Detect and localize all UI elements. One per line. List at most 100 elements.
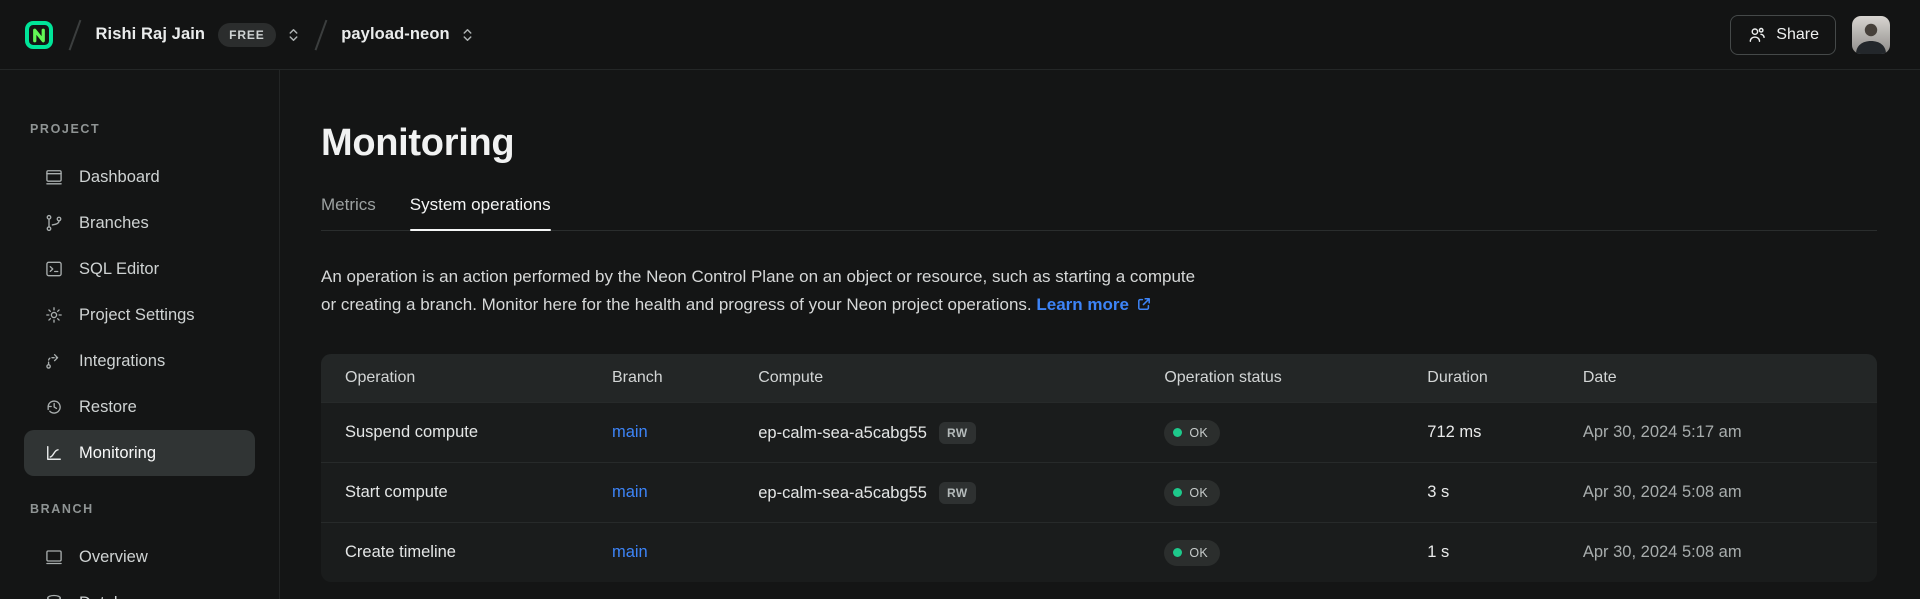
status-label: OK (1189, 426, 1208, 440)
cell-operation: Start compute (321, 483, 612, 502)
gear-icon (44, 305, 64, 325)
breadcrumb-project-selector[interactable]: payload-neon (341, 25, 473, 45)
breadcrumb-org-selector[interactable]: Rishi Raj Jain FREE (96, 23, 300, 47)
rw-badge: RW (939, 422, 976, 444)
operations-description: An operation is an action performed by t… (321, 263, 1877, 318)
status-badge: OK (1164, 540, 1220, 566)
status-ok-dot-icon (1173, 488, 1182, 497)
tab-system-operations[interactable]: System operations (410, 195, 551, 230)
cell-status: OK (1164, 480, 1427, 506)
compute-endpoint: ep-calm-sea-a5cabg55 (758, 484, 927, 502)
section-label: PROJECT (30, 122, 279, 136)
cell-date: Apr 30, 2024 5:08 am (1583, 483, 1877, 502)
column-header-operation: Operation (321, 369, 612, 387)
sidebar-item-restore[interactable]: Restore (24, 384, 255, 430)
cell-duration: 1 s (1427, 543, 1583, 562)
share-button[interactable]: Share (1730, 15, 1836, 55)
cell-status: OK (1164, 420, 1427, 446)
sidebar: PROJECT Dashboard (0, 70, 280, 599)
top-header: Rishi Raj Jain FREE payload-neon (0, 0, 1920, 70)
sidebar-item-integrations[interactable]: Integrations (24, 338, 255, 384)
neon-logo-icon[interactable] (24, 20, 54, 50)
sidebar-item-project-settings[interactable]: Project Settings (24, 292, 255, 338)
main-content: Monitoring Metrics System operations An … (280, 70, 1920, 599)
branch-link[interactable]: main (612, 423, 648, 441)
sidebar-item-label: Databases (79, 594, 158, 599)
cell-duration: 712 ms (1427, 423, 1583, 442)
rw-badge: RW (939, 482, 976, 504)
chevron-updown-icon (287, 25, 300, 45)
status-label: OK (1189, 486, 1208, 500)
breadcrumb-separator (69, 19, 81, 50)
sidebar-item-label: Restore (79, 398, 137, 417)
cell-status: OK (1164, 540, 1427, 566)
sidebar-item-label: Dashboard (79, 168, 160, 187)
chevron-updown-icon (461, 25, 474, 45)
table-row: Create timeline main OK 1 s Apr 30, 2024… (321, 522, 1877, 582)
status-label: OK (1189, 546, 1208, 560)
learn-more-link[interactable]: Learn more (1036, 291, 1152, 319)
dashboard-icon (44, 167, 64, 187)
header-actions: Share (1730, 15, 1890, 55)
cell-date: Apr 30, 2024 5:17 am (1583, 423, 1877, 442)
databases-icon (44, 593, 64, 599)
sidebar-item-overview[interactable]: Overview (24, 534, 255, 580)
sidebar-item-databases[interactable]: Databases (24, 580, 255, 599)
sidebar-item-dashboard[interactable]: Dashboard (24, 154, 255, 200)
status-ok-dot-icon (1173, 428, 1182, 437)
sidebar-section-project: PROJECT Dashboard (0, 122, 279, 476)
sidebar-item-label: Overview (79, 548, 148, 567)
breadcrumb-separator (314, 19, 326, 50)
column-header-duration: Duration (1427, 369, 1583, 387)
table-row: Start compute main ep-calm-sea-a5cabg55 R… (321, 462, 1877, 522)
sidebar-item-label: SQL Editor (79, 260, 159, 279)
page-title: Monitoring (321, 122, 1877, 165)
app-root: Rishi Raj Jain FREE payload-neon (0, 0, 1920, 599)
sidebar-item-label: Branches (79, 214, 149, 233)
column-header-compute: Compute (758, 369, 1164, 387)
breadcrumb: Rishi Raj Jain FREE payload-neon (24, 19, 474, 51)
branches-icon (44, 213, 64, 233)
sidebar-section-branch: BRANCH Overview (0, 502, 279, 599)
table-header-row: Operation Branch Compute Operation statu… (321, 354, 1877, 402)
org-name: Rishi Raj Jain (96, 25, 206, 44)
external-link-icon (1136, 296, 1152, 312)
status-ok-dot-icon (1173, 548, 1182, 557)
plan-badge: FREE (218, 23, 276, 47)
sidebar-item-label: Monitoring (79, 444, 156, 463)
share-button-label: Share (1776, 26, 1819, 44)
restore-icon (44, 397, 64, 417)
description-line-2: or creating a branch. Monitor here for t… (321, 295, 1032, 314)
integrations-icon (44, 351, 64, 371)
cell-date: Apr 30, 2024 5:08 am (1583, 543, 1877, 562)
cell-compute: ep-calm-sea-a5cabg55 RW (758, 422, 1164, 444)
user-avatar[interactable] (1852, 16, 1890, 54)
column-header-operation-status: Operation status (1164, 369, 1427, 387)
column-header-branch: Branch (612, 369, 758, 387)
sql-editor-icon (44, 259, 64, 279)
learn-more-label: Learn more (1036, 291, 1129, 319)
column-header-date: Date (1583, 369, 1877, 387)
sidebar-item-label: Integrations (79, 352, 165, 371)
monitoring-icon (44, 443, 64, 463)
section-label: BRANCH (30, 502, 279, 516)
cell-operation: Create timeline (321, 543, 612, 562)
status-badge: OK (1164, 420, 1220, 446)
status-badge: OK (1164, 480, 1220, 506)
sidebar-item-label: Project Settings (79, 306, 195, 325)
table-row: Suspend compute main ep-calm-sea-a5cabg5… (321, 402, 1877, 462)
sidebar-item-branches[interactable]: Branches (24, 200, 255, 246)
compute-endpoint: ep-calm-sea-a5cabg55 (758, 424, 927, 442)
share-users-icon (1747, 25, 1767, 45)
overview-icon (44, 547, 64, 567)
description-line-1: An operation is an action performed by t… (321, 267, 1195, 286)
sidebar-item-sql-editor[interactable]: SQL Editor (24, 246, 255, 292)
operations-table: Operation Branch Compute Operation statu… (321, 354, 1877, 582)
project-name: payload-neon (341, 25, 449, 44)
branch-link[interactable]: main (612, 543, 648, 561)
sidebar-item-monitoring[interactable]: Monitoring (24, 430, 255, 476)
cell-operation: Suspend compute (321, 423, 612, 442)
tab-metrics[interactable]: Metrics (321, 195, 376, 230)
cell-duration: 3 s (1427, 483, 1583, 502)
branch-link[interactable]: main (612, 483, 648, 501)
